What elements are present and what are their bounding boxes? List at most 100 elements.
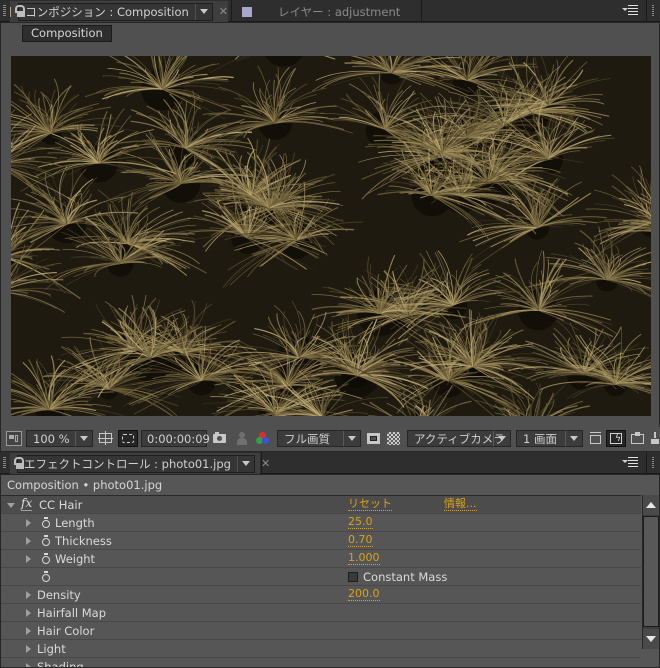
param-value-weight[interactable]: 1.000 <box>348 552 380 565</box>
color-channel-icon[interactable] <box>255 431 271 446</box>
effect-controls-tab-title[interactable]: エフェクトコントロール : photo01.jpg <box>17 454 255 473</box>
label-color-swatch <box>10 6 11 17</box>
view-layout-dropdown[interactable]: 1 画面 <box>516 430 583 447</box>
timeline-icon[interactable] <box>630 431 646 446</box>
disclosure-triangle-icon[interactable] <box>26 591 31 599</box>
disclosure-triangle-icon[interactable] <box>26 645 31 653</box>
viewer-toolbar: 100 % 0:00:00:09 フル画質 アクティブカメラ 1 画面 ϟ <box>1 427 660 451</box>
effect-row-cc-hair[interactable]: fx CC Hair リセット 情報... <box>1 496 641 514</box>
timecode-value: 0:00:00:09 <box>147 431 210 446</box>
resolution-dropdown[interactable]: フル画質 <box>277 430 361 447</box>
close-icon[interactable]: ✕ <box>261 457 270 470</box>
region-of-interest-icon[interactable] <box>366 431 382 446</box>
disclosure-triangle-open-icon[interactable] <box>7 503 15 508</box>
constant-mass-label: Constant Mass <box>363 570 448 584</box>
stopwatch-icon[interactable] <box>41 517 51 529</box>
effect-controls-tab-bar: エフェクトコントロール : photo01.jpg ✕ <box>0 452 660 474</box>
group-name: Hairfall Map <box>37 606 107 620</box>
param-row-thickness[interactable]: Thickness 0.70 <box>1 532 641 550</box>
effect-name: CC Hair <box>39 498 83 512</box>
stopwatch-icon[interactable] <box>41 553 51 565</box>
param-row-length[interactable]: Length 25.0 <box>1 514 641 532</box>
resolution-value: フル画質 <box>284 431 330 446</box>
param-row-constant-mass[interactable]: Constant Mass <box>1 568 641 586</box>
tab-effect-controls[interactable]: エフェクトコントロール : photo01.jpg ✕ <box>10 453 270 474</box>
panel-grip[interactable] <box>3 457 6 469</box>
composition-panel: Composition 100 % 0:00:00:09 フル画質 アクティブカ… <box>0 22 660 452</box>
effect-controls-breadcrumb: Composition • photo01.jpg <box>7 478 163 492</box>
view-dropdown[interactable]: アクティブカメラ <box>407 430 511 447</box>
group-row-hair-color[interactable]: Hair Color <box>1 622 641 640</box>
chevron-down-icon <box>80 436 88 441</box>
panel-menu-icon[interactable] <box>622 457 640 468</box>
group-name: Shading <box>37 660 84 667</box>
layer-tab-label: レイヤー : adjustment <box>278 4 401 19</box>
fast-previews-icon[interactable]: ϟ <box>606 430 626 447</box>
stopwatch-icon[interactable] <box>41 535 51 547</box>
composition-dropdown-button[interactable] <box>194 3 212 20</box>
tab-layer[interactable]: レイヤー : adjustment <box>240 1 420 22</box>
reset-link[interactable]: リセット <box>348 498 392 511</box>
disclosure-triangle-icon[interactable] <box>26 609 31 617</box>
chevron-down-icon <box>570 436 578 441</box>
param-value-length[interactable]: 25.0 <box>348 516 373 529</box>
close-icon[interactable]: ✕ <box>219 5 228 18</box>
panel-grip[interactable] <box>3 5 6 17</box>
camera-snapshot-icon[interactable] <box>212 431 228 446</box>
pixel-aspect-icon[interactable] <box>588 431 604 446</box>
hair-render-image <box>11 56 651 416</box>
tab-divider <box>421 0 422 22</box>
transparency-grid-icon[interactable] <box>387 432 400 445</box>
panel-grip-right[interactable] <box>646 0 660 22</box>
group-row-density[interactable]: Density 200.0 <box>1 586 641 604</box>
constant-mass-checkbox[interactable] <box>348 572 358 582</box>
disclosure-triangle-icon[interactable] <box>26 627 31 635</box>
param-row-weight[interactable]: Weight 1.000 <box>1 550 641 568</box>
param-name: Weight <box>55 552 96 566</box>
group-row-hairfall-map[interactable]: Hairfall Map <box>1 604 641 622</box>
flowchart-icon[interactable] <box>651 431 660 446</box>
scroll-up-button[interactable] <box>643 495 659 515</box>
tab-composition[interactable]: コンポジション : Composition ✕ <box>10 1 228 22</box>
group-row-light[interactable]: Light <box>1 640 641 658</box>
param-value-thickness[interactable]: 0.70 <box>348 534 373 547</box>
lock-icon[interactable] <box>14 5 22 18</box>
show-snapshot-icon[interactable] <box>234 431 250 446</box>
param-value-density[interactable]: 200.0 <box>348 588 380 601</box>
stopwatch-icon[interactable] <box>41 571 51 583</box>
magnification-dropdown[interactable]: 100 % <box>26 430 93 447</box>
always-preview-icon[interactable] <box>6 431 22 446</box>
label-color-swatch <box>242 6 252 17</box>
composition-tab-bar: コンポジション : Composition ✕ レイヤー : adjustmen… <box>0 0 660 22</box>
vertical-scrollbar[interactable] <box>642 495 659 649</box>
chevron-down-icon <box>199 9 208 14</box>
group-name: Light <box>37 642 66 656</box>
param-name: Length <box>55 516 95 530</box>
panel-menu-icon[interactable] <box>622 5 640 16</box>
group-name: Hair Color <box>37 624 95 638</box>
grid-guide-icon[interactable] <box>98 431 114 446</box>
tab-divider <box>231 0 232 22</box>
scrollbar-thumb[interactable] <box>643 516 659 627</box>
disclosure-triangle-icon[interactable] <box>26 537 31 545</box>
fx-icon[interactable]: fx <box>21 497 33 511</box>
composition-tab-title[interactable]: コンポジション : Composition <box>18 2 213 21</box>
effect-controls-tab-label: エフェクトコントロール : photo01.jpg <box>24 456 231 471</box>
current-time-display[interactable]: 0:00:00:09 <box>141 430 210 447</box>
tab-divider <box>261 452 262 474</box>
panel-grip-right[interactable] <box>646 452 660 474</box>
group-row-shading[interactable]: Shading <box>1 658 641 667</box>
disclosure-triangle-icon[interactable] <box>26 663 31 667</box>
composition-viewer[interactable] <box>11 56 651 416</box>
disclosure-triangle-icon[interactable] <box>26 519 31 527</box>
composition-breadcrumb[interactable]: Composition <box>22 25 112 42</box>
disclosure-triangle-icon[interactable] <box>26 555 31 563</box>
about-link[interactable]: 情報... <box>444 498 477 511</box>
group-name: Density <box>37 588 81 602</box>
effect-controls-dropdown-button[interactable] <box>236 455 254 472</box>
magnification-value: 100 % <box>33 431 70 446</box>
scroll-down-button[interactable] <box>643 629 659 649</box>
arrow-down-icon <box>646 636 656 642</box>
chevron-down-icon <box>241 461 250 466</box>
mask-visibility-icon[interactable] <box>118 430 138 447</box>
